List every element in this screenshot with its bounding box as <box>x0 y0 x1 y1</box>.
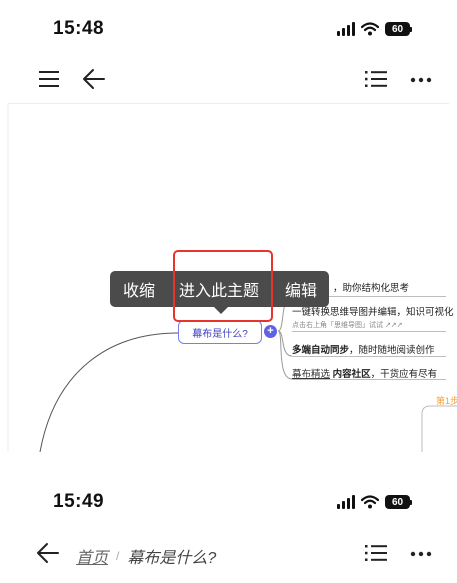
breadcrumb-current: 幕布是什么? <box>127 550 217 567</box>
topic-bold-text: 多端自动同步 <box>292 345 350 356</box>
expand-plus-icon[interactable]: + <box>264 325 277 338</box>
topic-text: ，随时随地阅读创作 <box>349 345 435 356</box>
cellular-signal-icon <box>337 495 355 509</box>
breadcrumb-home-link[interactable]: 首页 <box>76 544 108 568</box>
outline-list-icon[interactable] <box>364 544 388 562</box>
screen-after: 15:49 60 首页 / 幕布是什么? <box>0 470 457 583</box>
topic-underline <box>292 356 446 357</box>
mindmap-connectors <box>7 104 457 452</box>
mindmap-topic[interactable]: ，助你结构化思考 <box>333 280 409 294</box>
highlight-box <box>173 250 273 322</box>
topic-underline <box>292 379 446 380</box>
screen-before: 15:48 60 ，助你结构化思考 一键转换思维导图并编辑，知识可视化 点击右上… <box>0 0 457 452</box>
status-icons: 60 <box>337 495 412 509</box>
wifi-icon <box>361 495 379 509</box>
mindmap-topic[interactable]: 多端自动同步，随时随地阅读创作 <box>292 342 435 356</box>
mindmap-note: 点击右上角「思维导图」试试 ↗↗↗ <box>292 322 403 329</box>
step-label: 第1步 <box>436 396 457 406</box>
menu-item-collapse[interactable]: 收缩 <box>123 277 155 301</box>
battery-level: 60 <box>385 495 410 509</box>
mindmap-topic[interactable]: 幕布精选 内容社区，干货应有尽有 <box>292 366 437 380</box>
menu-item-edit[interactable]: 编辑 <box>285 277 317 301</box>
back-arrow-icon[interactable] <box>36 542 60 564</box>
breadcrumb: 首页 / 幕布是什么? <box>76 544 216 568</box>
status-time: 15:49 <box>53 491 105 512</box>
battery-icon: 60 <box>385 495 412 509</box>
more-icon[interactable] <box>410 551 432 557</box>
breadcrumb-separator: / <box>116 549 120 563</box>
topic-underline <box>292 331 446 332</box>
central-topic-node[interactable]: 幕布是什么? <box>178 320 262 344</box>
